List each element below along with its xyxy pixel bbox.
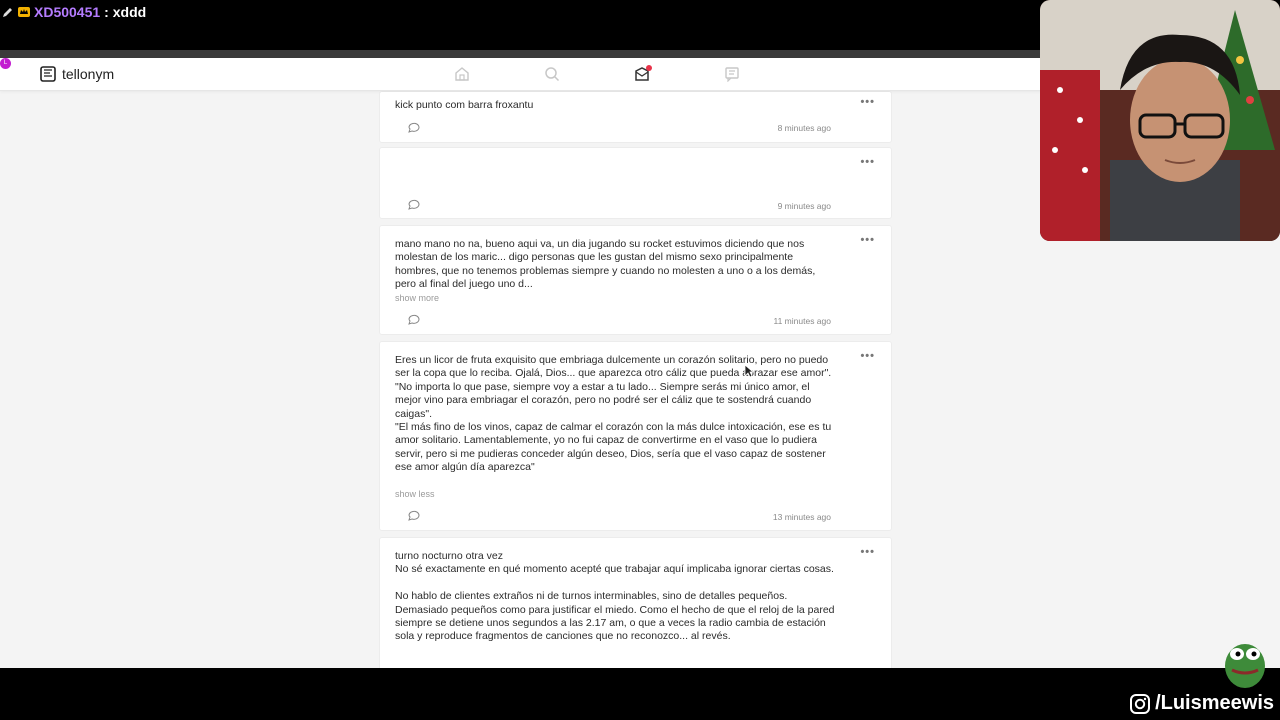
instagram-handle-text: /Luismeewis <box>1155 692 1274 714</box>
chat-message-text: xddd <box>112 4 147 20</box>
show-more-link[interactable]: show more <box>395 293 439 303</box>
tell-card: Eres un licor de fruta exquisito que emb… <box>380 342 891 530</box>
more-options-icon[interactable]: ••• <box>860 546 875 558</box>
streamer-webcam-image <box>1040 0 1280 241</box>
tell-card: turno nocturno otra vez No sé exactament… <box>380 538 891 668</box>
search-icon[interactable] <box>544 66 560 82</box>
pencil-badge-icon <box>3 8 12 17</box>
tell-text: Eres un licor de fruta exquisito que emb… <box>395 354 832 474</box>
chat-username: XD500451 <box>34 4 101 20</box>
chat-text: : xddd <box>104 4 146 20</box>
mouse-cursor-icon <box>744 364 754 378</box>
tell-timestamp: 13 minutes ago <box>772 512 831 522</box>
chat-message: XD500451 : xddd <box>2 4 146 20</box>
stream-bottom-bar: /Luismeewis <box>0 668 1280 720</box>
more-options-icon[interactable]: ••• <box>860 156 875 168</box>
show-less-link[interactable]: show less <box>395 489 435 499</box>
reply-icon[interactable] <box>408 122 420 133</box>
tell-timestamp: 11 minutes ago <box>773 316 832 326</box>
stream-frame: XD500451 : xddd tellonym L kick punto co… <box>0 0 1280 720</box>
crown-badge-icon <box>18 7 30 17</box>
notification-dot <box>646 65 652 71</box>
tell-text: turno nocturno otra vez No sé exactament… <box>395 550 835 643</box>
pepe-emote-icon <box>1225 644 1265 688</box>
reply-icon[interactable] <box>408 199 420 210</box>
instagram-icon <box>1130 693 1151 714</box>
tell-timestamp: 9 minutes ago <box>777 201 831 211</box>
tell-text: mano mano no na, bueno aqui va, un dia j… <box>395 238 819 291</box>
more-options-icon[interactable]: ••• <box>860 96 875 108</box>
profile-initial: L <box>3 60 8 66</box>
reply-icon[interactable] <box>408 510 420 521</box>
home-icon[interactable] <box>454 66 470 82</box>
tell-text: kick punto com barra froxantu <box>395 99 534 111</box>
more-options-icon[interactable]: ••• <box>860 350 875 362</box>
more-options-icon[interactable]: ••• <box>860 234 875 246</box>
tell-timestamp: 8 minutes ago <box>777 123 831 133</box>
chat-separator: : <box>104 4 109 20</box>
messages-icon[interactable] <box>724 66 740 82</box>
instagram-handle: /Luismeewis <box>1129 692 1274 715</box>
tell-card: ••• 9 minutes ago <box>380 148 891 218</box>
tellonym-logo-icon <box>40 66 56 82</box>
tell-card: kick punto com barra froxantu ••• 8 minu… <box>380 92 891 142</box>
webcam-overlay <box>1040 0 1280 241</box>
app-logo[interactable]: tellonym <box>40 66 114 82</box>
profile-avatar[interactable]: L <box>0 58 11 69</box>
app-name: tellonym <box>62 66 115 82</box>
reply-icon[interactable] <box>408 314 420 325</box>
tell-card: mano mano no na, bueno aqui va, un dia j… <box>380 226 891 334</box>
